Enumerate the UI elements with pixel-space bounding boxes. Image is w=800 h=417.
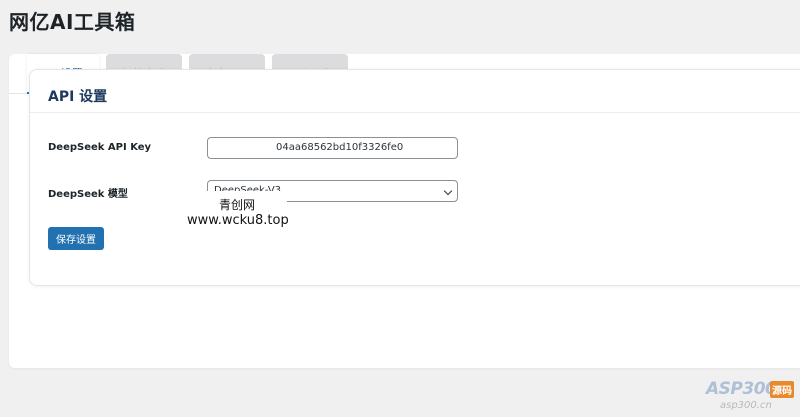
model-label: DeepSeek 模型 [48,189,128,200]
chevron-down-icon [443,186,453,196]
section-title: API 设置 [48,89,108,105]
api-key-value: 04aa68562bd10f3326fe0 [276,142,404,153]
watermark-line2: www.wcku8.top [187,213,289,228]
logo-sub-text: asp300.cn [720,400,772,411]
save-settings-button[interactable]: 保存设置 [48,227,104,250]
page-title: 网亿AI工具箱 [9,10,136,34]
logo-badge: 源码 [770,381,794,398]
site-logo-watermark: ASP300 源码 asp300.cn [706,379,798,415]
logo-main-text: ASP300 [706,379,777,399]
api-settings-card: API 设置 DeepSeek API Key 04aa68562bd10f33… [29,69,800,286]
api-key-label: DeepSeek API Key [48,142,152,153]
api-key-input[interactable]: 04aa68562bd10f3326fe0 [207,137,458,159]
section-divider [30,112,800,113]
watermark-line1: 青创网 [219,198,256,212]
watermark-overlay: 青创网 www.wcku8.top [187,191,289,231]
